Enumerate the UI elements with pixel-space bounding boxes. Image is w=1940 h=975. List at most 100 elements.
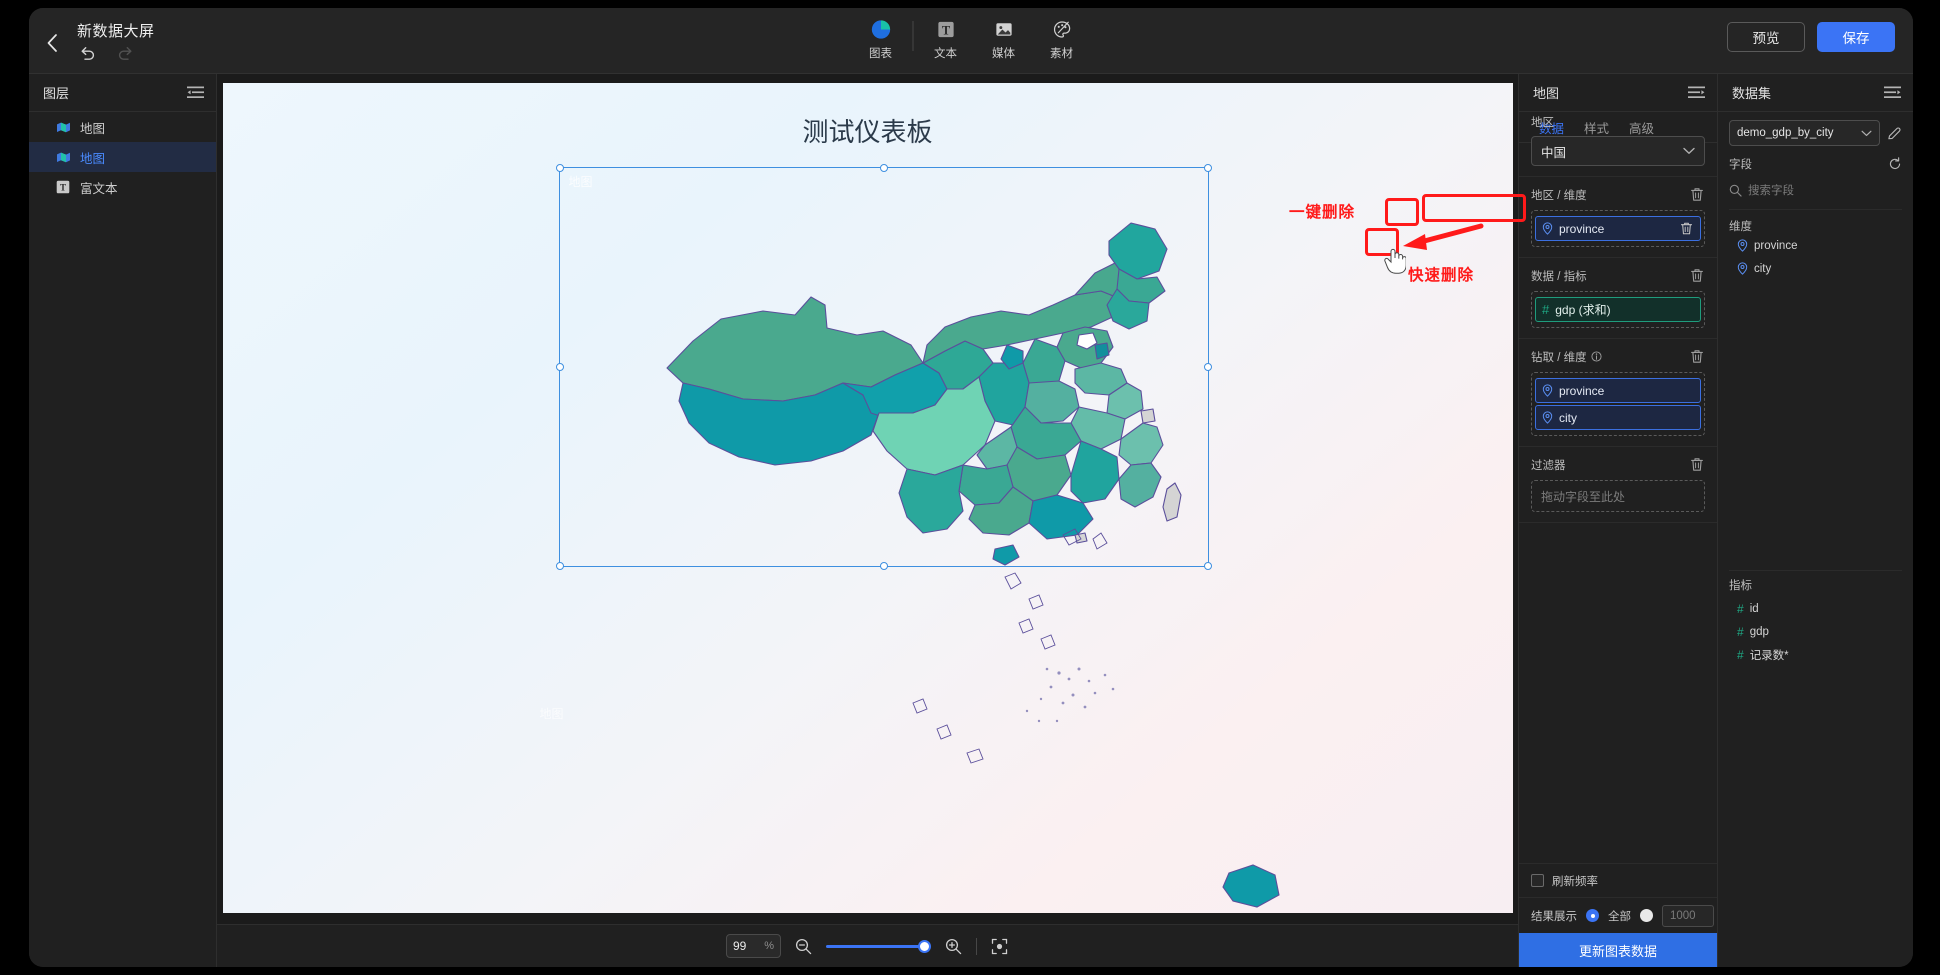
top-actions: 预览 保存 [1727,22,1895,52]
dataset-field-province[interactable]: province [1729,234,1902,257]
zoom-input[interactable]: 99 % [726,934,781,958]
measure-section: 数据 / 指标 # gdp (求和) [1519,258,1717,339]
resize-handle-middle-right[interactable] [1203,363,1212,371]
redo-button[interactable] [115,43,135,63]
measure-label: 数据 / 指标 [1531,270,1587,283]
preview-button[interactable]: 预览 [1727,22,1805,52]
toolbar-item-chart[interactable]: 图表 [852,15,910,61]
drill-clear-all-button[interactable] [1688,348,1705,365]
result-radio-limit[interactable] [1640,909,1653,922]
annotation-one-click-delete: 一键删除 [1289,203,1356,221]
resize-handle-top-left[interactable] [555,164,564,172]
measure-dropzone[interactable]: # gdp (求和) [1531,291,1705,328]
info-circle-icon[interactable] [1591,351,1602,362]
layers-panel-header: 图层 [29,74,216,112]
dataset-field-city[interactable]: city [1729,257,1902,280]
dataset-measure-gdp[interactable]: # gdp [1729,620,1902,643]
region-dimension-chip-label: province [1559,221,1605,236]
region-dimension-dropzone[interactable]: province [1531,210,1705,247]
refresh-frequency-label: 刷新频率 [1552,875,1598,888]
zoom-slider[interactable] [826,939,931,953]
zoom-slider-track [826,944,931,948]
dataset-select[interactable]: demo_gdp_by_city [1729,120,1880,146]
region-dimension-chip-province[interactable]: province [1535,216,1701,241]
resize-handle-bottom-center[interactable] [879,562,888,570]
hash-icon: # [1737,647,1744,662]
zoom-percent-sign: % [764,940,774,952]
back-button[interactable] [39,30,65,56]
dataset-measure-record-count-label: 记录数* [1749,649,1789,662]
dataset-panel: 数据集 demo_gdp_by_city 字段 搜索字段 维度 province… [1718,74,1913,967]
zoom-out-icon [795,938,812,954]
sidebar-item-map-1-label: 地图 [80,121,106,136]
region-dimension-clear-all-button[interactable] [1688,186,1705,203]
dimensions-label: 维度 [1729,221,1752,233]
region-dimension-chip-delete-button[interactable] [1677,219,1696,238]
location-pin-icon [1542,411,1553,424]
panel-collapse-icon[interactable] [187,86,204,99]
dataset-field-province-label: province [1754,239,1798,252]
panel-collapse-icon[interactable] [1688,86,1705,99]
measure-chip-gdp[interactable]: # gdp (求和) [1535,297,1701,322]
drill-chip-city[interactable]: city [1535,405,1701,430]
sidebar-item-map-2[interactable]: 地图 [29,142,216,172]
zoom-slider-knob[interactable] [918,939,931,953]
sidebar-item-map-1[interactable]: 地图 [29,112,216,142]
dataset-edit-button[interactable] [1887,126,1902,141]
dataset-measure-id[interactable]: # id [1729,597,1902,620]
refresh-frequency-row: 刷新频率 [1519,863,1717,897]
drill-header: 钻取 / 维度 [1531,348,1705,365]
config-footer: 刷新频率 结果展示 全部 1000 更新图表数据 [1519,863,1717,967]
toolbar-item-media[interactable]: 媒体 [975,15,1033,61]
fields-label: 字段 [1729,159,1752,171]
refresh-frequency-checkbox[interactable] [1531,874,1544,887]
sidebar-item-rich-text[interactable]: T 富文本 [29,172,216,202]
panel-collapse-icon[interactable] [1884,86,1901,99]
dataset-select-value: demo_gdp_by_city [1737,127,1834,139]
dataset-measure-id-label: id [1749,602,1759,615]
zoom-out-button[interactable] [794,937,813,956]
fields-refresh-button[interactable] [1888,157,1902,171]
resize-handle-top-right[interactable] [1203,164,1212,172]
dataset-field-city-label: city [1754,262,1772,275]
rich-text-icon: T [55,179,71,195]
resize-handle-bottom-right[interactable] [1203,562,1212,570]
toolbar-item-text[interactable]: T 文本 [917,15,975,61]
filter-clear-all-button[interactable] [1688,456,1705,473]
region-select[interactable]: 中国 [1531,136,1705,166]
resize-handle-bottom-left[interactable] [555,562,564,570]
search-input[interactable]: 搜索字段 [1729,177,1902,203]
map-widget[interactable]: 地图 [555,164,1212,570]
result-radio-all[interactable] [1586,909,1599,922]
result-display-label: 结果展示 [1531,910,1577,923]
filter-label: 过滤器 [1531,459,1566,472]
layers-panel-title: 图层 [43,86,70,101]
resize-handle-top-center[interactable] [879,164,888,172]
filter-dropzone[interactable]: 拖动字段至此处 [1531,480,1705,512]
dataset-measure-gdp-label: gdp [1749,625,1769,638]
toolbar-item-chart-label: 图表 [869,48,892,60]
toolbar-separator [912,21,914,51]
palette-icon [1053,21,1070,38]
fit-screen-button[interactable] [990,937,1009,956]
undo-button[interactable] [77,43,97,63]
zoom-in-button[interactable] [944,937,963,956]
svg-text:T: T [941,23,950,37]
search-input-placeholder: 搜索字段 [1748,185,1794,197]
save-button[interactable]: 保存 [1817,22,1895,52]
dataset-divider [1729,209,1902,210]
pencil-icon [1888,127,1901,139]
config-panel-title: 地图 [1533,86,1560,101]
toolbar-item-media-label: 媒体 [992,48,1015,60]
toolbar-item-material[interactable]: 素材 [1033,15,1091,61]
drill-label-wrap: 钻取 / 维度 [1531,349,1602,365]
zoom-toolbar: 99 % [217,924,1518,967]
result-limit-input[interactable]: 1000 [1662,904,1714,927]
drill-dropzone[interactable]: province city [1531,372,1705,436]
resize-handle-middle-left[interactable] [555,363,564,371]
dataset-measure-record-count[interactable]: # 记录数* [1729,643,1902,666]
update-chart-data-button[interactable]: 更新图表数据 [1519,933,1717,967]
measure-clear-all-button[interactable] [1688,267,1705,284]
refresh-icon [1889,157,1901,170]
drill-chip-province[interactable]: province [1535,378,1701,403]
